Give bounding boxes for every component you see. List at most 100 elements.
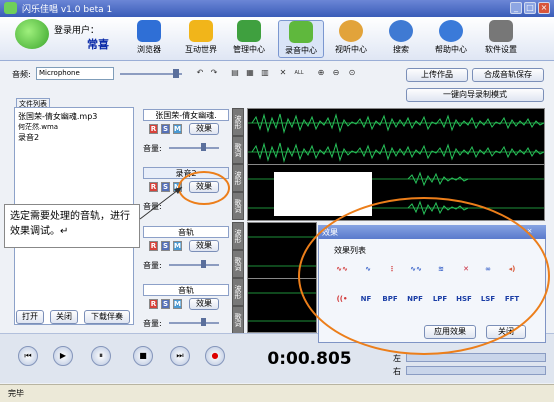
audio-input-select[interactable]: Microphone xyxy=(36,67,114,80)
user-label: 登录用户： xyxy=(54,26,100,36)
toolbar-browser[interactable]: 浏览器 xyxy=(126,20,172,58)
time-display: 0:00.805 xyxy=(267,349,352,369)
skip-start-icon[interactable]: ⏮ xyxy=(18,346,38,366)
solo-button[interactable]: S xyxy=(161,124,170,134)
mute-button[interactable]: M xyxy=(173,299,182,309)
track-2-tabs: 波形 歌词 xyxy=(232,164,246,221)
volume-label: 音量: xyxy=(143,319,162,328)
volume-slider[interactable] xyxy=(169,264,219,266)
globe-icon xyxy=(137,20,161,42)
callout-arrow xyxy=(139,186,183,220)
toolbar-help[interactable]: 帮助中心 xyxy=(428,20,474,58)
volume-slider[interactable] xyxy=(169,147,219,149)
lyrics-tab[interactable]: 歌词 xyxy=(232,192,244,220)
record-icon xyxy=(289,21,313,43)
close-button[interactable]: × xyxy=(538,2,550,14)
volume-thumb[interactable] xyxy=(201,318,206,326)
track-name[interactable]: 音轨 xyxy=(143,226,229,238)
list-item[interactable]: 录音2 xyxy=(15,132,133,143)
track-name[interactable]: 音轨 xyxy=(143,284,229,296)
toolbar-label: 帮助中心 xyxy=(435,45,467,54)
input-volume-thumb[interactable] xyxy=(173,69,179,78)
track-3-controls: 音轨 R S M 效果 音量: xyxy=(143,226,231,283)
import-mode-button[interactable]: 一键向导录制模式 xyxy=(406,88,544,102)
lyrics-tab[interactable]: 歌词 xyxy=(232,306,244,334)
effect-button[interactable]: 效果 xyxy=(189,123,219,135)
close-file-button[interactable]: 关闭 xyxy=(50,310,78,324)
solo-button[interactable]: S xyxy=(161,299,170,309)
open-button[interactable]: 打开 xyxy=(16,310,44,324)
status-bar: 完毕 xyxy=(0,384,554,402)
level-right-label: 右 xyxy=(393,367,401,376)
toolbar-label: 管理中心 xyxy=(233,45,265,54)
volume-thumb[interactable] xyxy=(201,260,206,268)
waveform-tab[interactable]: 波形 xyxy=(232,108,244,136)
toolbar-interactive[interactable]: 互动世界 xyxy=(178,20,224,58)
zoom-out-icon[interactable]: ⊖ xyxy=(331,68,341,78)
effect-dialog-highlight xyxy=(298,197,550,355)
toolbar-search[interactable]: 搜索 xyxy=(378,20,424,58)
toolbar-label: 录音中心 xyxy=(285,46,317,55)
audio-input-value: Microphone xyxy=(39,69,80,77)
mute-button[interactable]: M xyxy=(173,124,182,134)
copy-icon[interactable]: ▤ xyxy=(230,68,240,78)
effect-button[interactable]: 效果 xyxy=(189,240,219,252)
solo-button[interactable]: S xyxy=(161,241,170,251)
record-arm-button[interactable]: R xyxy=(149,299,158,309)
manage-icon xyxy=(237,20,261,42)
merge-save-button[interactable]: 合成音轨保存 xyxy=(472,68,544,82)
track-name[interactable]: 张国荣-倩女幽魂. xyxy=(143,109,229,121)
play-icon[interactable]: ▶ xyxy=(53,346,73,366)
toolbar-media[interactable]: 视听中心 xyxy=(328,20,374,58)
zoom-fit-icon[interactable]: ⊙ xyxy=(347,68,357,78)
list-item[interactable]: 张国荣-倩女幽魂.mp3 xyxy=(15,108,133,122)
download-accompaniment-button[interactable]: 下载伴奏 xyxy=(84,310,130,324)
waveform-tab[interactable]: 波形 xyxy=(232,278,244,306)
volume-slider[interactable] xyxy=(169,322,219,324)
volume-label: 音量: xyxy=(143,144,162,153)
track-1-waveform[interactable] xyxy=(247,108,545,165)
toolbar-record[interactable]: 录音中心 xyxy=(278,20,324,58)
help-icon xyxy=(439,20,463,42)
waveform-tab[interactable]: 波形 xyxy=(232,164,244,192)
track-4-tabs: 波形 歌词 xyxy=(232,278,246,335)
toolbar-manage[interactable]: 管理中心 xyxy=(226,20,272,58)
paste-mix-icon[interactable]: ▥ xyxy=(260,68,270,78)
callout-box: 选定需要处理的音轨，进行效果调试。↵ xyxy=(4,204,140,248)
redo-icon[interactable]: ↷ xyxy=(209,68,219,78)
search-icon xyxy=(389,20,413,42)
effect-button[interactable]: 效果 xyxy=(189,298,219,310)
mute-button[interactable]: M xyxy=(173,241,182,251)
skip-end-icon[interactable]: ⏭ xyxy=(170,346,190,366)
lyrics-tab[interactable]: 歌词 xyxy=(232,250,244,278)
lyrics-tab[interactable]: 歌词 xyxy=(232,136,244,164)
minimize-button[interactable]: _ xyxy=(510,2,522,14)
stop-icon[interactable]: ■ xyxy=(133,346,153,366)
zoom-in-icon[interactable]: ⊕ xyxy=(316,68,326,78)
delete-icon[interactable]: ✕ xyxy=(278,68,288,78)
waveform-tab[interactable]: 波形 xyxy=(232,222,244,250)
status-text: 完毕 xyxy=(8,389,24,398)
undo-icon[interactable]: ↶ xyxy=(195,68,205,78)
toolbar-label: 搜索 xyxy=(393,45,409,54)
maximize-button[interactable]: □ xyxy=(524,2,536,14)
paste-icon[interactable]: ▦ xyxy=(245,68,255,78)
record-arm-button[interactable]: R xyxy=(149,124,158,134)
select-all-icon[interactable]: ALL xyxy=(294,68,304,78)
upload-button[interactable]: 上传作品 xyxy=(406,68,468,82)
volume-thumb[interactable] xyxy=(201,143,206,151)
star-icon xyxy=(189,20,213,42)
toolbar-label: 软件设置 xyxy=(485,45,517,54)
track-1-controls: 张国荣-倩女幽魂. R S M 效果 音量: xyxy=(143,109,231,166)
toolbar-settings[interactable]: 软件设置 xyxy=(478,20,524,58)
track-3-tabs: 波形 歌词 xyxy=(232,222,246,279)
user-name: 常喜 xyxy=(87,38,109,51)
cd-icon xyxy=(339,20,363,42)
toolbar-label: 浏览器 xyxy=(137,45,161,54)
list-item[interactable]: 何茫然.wma xyxy=(15,122,133,132)
track-1-tabs: 波形 歌词 xyxy=(232,108,246,165)
pause-icon[interactable]: ⏸ xyxy=(91,346,111,366)
level-meter-right xyxy=(406,366,546,375)
record-button-icon[interactable]: ● xyxy=(205,346,225,366)
record-arm-button[interactable]: R xyxy=(149,241,158,251)
